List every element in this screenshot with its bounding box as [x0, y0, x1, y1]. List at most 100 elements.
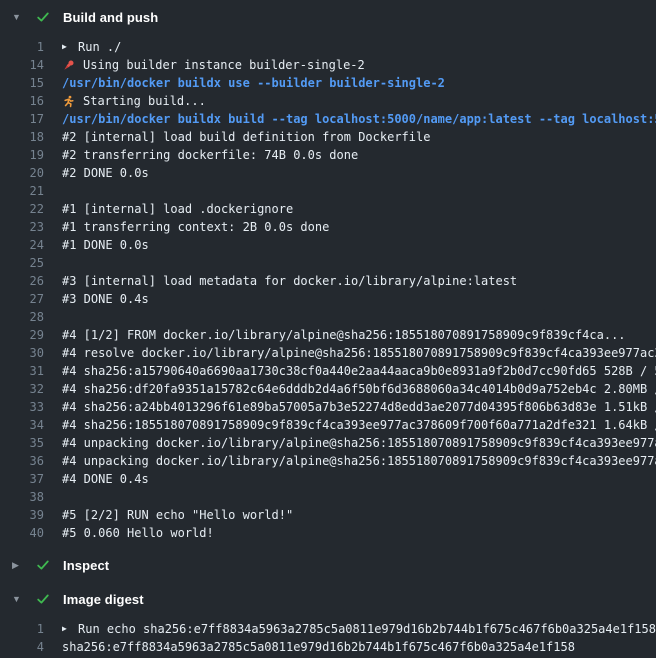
log-section: ▼Image digest 1 ▶ Run echo sha256:e7ff8834a… — [0, 582, 656, 658]
step-header[interactable]: ▶Inspect — [0, 548, 656, 582]
line-number[interactable]: 38 — [0, 488, 44, 506]
line-number[interactable]: 31 — [0, 362, 44, 380]
line-content: #4 resolve docker.io/library/alpine@sha2… — [62, 344, 656, 362]
step-header[interactable]: ▼ Build and push — [0, 0, 656, 34]
log-line: 17/usr/bin/docker buildx build --tag loc… — [0, 110, 656, 128]
line-text: #3 [internal] load metadata for docker.i… — [62, 272, 517, 290]
chevron-down-icon[interactable]: ▼ — [12, 589, 22, 609]
line-number[interactable]: 33 — [0, 398, 44, 416]
line-number[interactable]: 39 — [0, 506, 44, 524]
log-line: 4 sha256:e7ff8834a5963a2785c5a0811e979d16… — [0, 638, 656, 656]
step-title: Build and push — [63, 10, 158, 25]
line-number[interactable]: 21 — [0, 182, 44, 200]
line-text: #4 unpacking docker.io/library/alpine@sh… — [62, 434, 656, 452]
line-number[interactable]: 23 — [0, 218, 44, 236]
play-icon[interactable]: ▶ — [62, 38, 71, 56]
line-number[interactable]: 27 — [0, 290, 44, 308]
line-number[interactable]: 32 — [0, 380, 44, 398]
line-number[interactable]: 40 — [0, 524, 44, 542]
line-text: #4 unpacking docker.io/library/alpine@sh… — [62, 452, 656, 470]
success-check-icon — [35, 591, 51, 607]
line-number[interactable]: 18 — [0, 128, 44, 146]
line-content: #4 [1/2] FROM docker.io/library/alpine@s… — [62, 326, 626, 344]
line-content: /usr/bin/docker buildx build --tag local… — [62, 110, 656, 128]
line-text: #4 sha256:185518070891758909c9f839cf4ca3… — [62, 416, 656, 434]
log-lines-block: 1 ▶ Run echo sha256:e7ff8834a5963a2785c5a0… — [0, 616, 656, 658]
line-text: #4 DONE 0.4s — [62, 470, 149, 488]
log-line: 19 #2 transferring dockerfile: 74B 0.0s d… — [0, 146, 656, 164]
line-content: #5 [2/2] RUN echo "Hello world!" — [62, 506, 293, 524]
line-number[interactable]: 1 — [0, 38, 44, 56]
log-section: ▼ Build and push 1 ▶ Run ./ 14 Using builder i… — [0, 0, 656, 548]
line-text: Run ./ — [78, 38, 121, 56]
line-number[interactable]: 26 — [0, 272, 44, 290]
line-text: Run echo sha256:e7ff8834a5963a2785c5a081… — [78, 620, 656, 638]
line-text: #2 transferring dockerfile: 74B 0.0s don… — [62, 146, 358, 164]
log-line: 1 ▶ Run echo sha256:e7ff8834a5963a2785c5a0… — [0, 620, 656, 638]
line-number[interactable]: 36 — [0, 452, 44, 470]
line-content: #4 sha256:a24bb4013296f61e89ba57005a7b3e… — [62, 398, 656, 416]
log-lines-block: 1 ▶ Run ./ 14 Using builder instance builder… — [0, 34, 656, 548]
log-line: 29 #4 [1/2] FROM docker.io/library/alpine… — [0, 326, 656, 344]
log-line: 31 #4 sha256:a15790640a6690aa1730c38cf0a4… — [0, 362, 656, 380]
line-number[interactable]: 24 — [0, 236, 44, 254]
line-number[interactable]: 22 — [0, 200, 44, 218]
log-line: 38 — [0, 488, 656, 506]
line-content: sha256:e7ff8834a5963a2785c5a0811e979d16b… — [62, 638, 575, 656]
line-text: Using builder instance builder-single-2 — [83, 56, 365, 74]
line-text: #4 sha256:a15790640a6690aa1730c38cf0a440… — [62, 362, 656, 380]
chevron-down-icon[interactable]: ▼ — [12, 7, 22, 27]
line-text: #1 [internal] load .dockerignore — [62, 200, 293, 218]
log-line: 30 #4 resolve docker.io/library/alpine@sh… — [0, 344, 656, 362]
line-number[interactable]: 20 — [0, 164, 44, 182]
log-line: 36 #4 unpacking docker.io/library/alpine@… — [0, 452, 656, 470]
log-line: 32 #4 sha256:df20fa9351a15782c64e6dddb2d4… — [0, 380, 656, 398]
line-text: /usr/bin/docker buildx build --tag local… — [62, 110, 656, 128]
line-content: #2 DONE 0.0s — [62, 164, 149, 182]
line-number[interactable]: 30 — [0, 344, 44, 362]
line-content: #1 DONE 0.0s — [62, 236, 149, 254]
line-content: ▶ Run echo sha256:e7ff8834a5963a2785c5a08… — [62, 620, 656, 638]
line-text: Starting build... — [83, 92, 206, 110]
line-number[interactable]: 1 — [0, 620, 44, 638]
line-content: Using builder instance builder-single-2 — [62, 56, 365, 74]
line-number[interactable]: 34 — [0, 416, 44, 434]
success-check-icon — [35, 9, 51, 25]
line-content: /usr/bin/docker buildx use --builder bui… — [62, 74, 445, 92]
log-line: 33 #4 sha256:a24bb4013296f61e89ba57005a7b… — [0, 398, 656, 416]
log-line: 26 #3 [internal] load metadata for docker… — [0, 272, 656, 290]
line-text: #5 0.060 Hello world! — [62, 524, 214, 542]
line-content: #2 transferring dockerfile: 74B 0.0s don… — [62, 146, 358, 164]
line-number[interactable]: 25 — [0, 254, 44, 272]
line-number[interactable]: 17 — [0, 110, 44, 128]
line-number[interactable]: 35 — [0, 434, 44, 452]
step-header[interactable]: ▼Image digest — [0, 582, 656, 616]
play-icon[interactable]: ▶ — [62, 620, 71, 638]
workflow-log-panel: ▼Build and push1▶Run ./14Using builder i… — [0, 0, 656, 658]
log-line: 28 — [0, 308, 656, 326]
log-line: 1 ▶ Run ./ — [0, 38, 656, 56]
line-text: #3 DONE 0.4s — [62, 290, 149, 308]
line-number[interactable]: 19 — [0, 146, 44, 164]
line-text: #4 resolve docker.io/library/alpine@sha2… — [62, 344, 656, 362]
line-content: ▶ Run ./ — [62, 38, 121, 56]
line-text: #2 [internal] load build definition from… — [62, 128, 430, 146]
runner-icon — [62, 95, 75, 108]
chevron-right-icon[interactable]: ▶ — [12, 555, 22, 575]
log-line: 40 #5 0.060 Hello world! — [0, 524, 656, 542]
line-number[interactable]: 37 — [0, 470, 44, 488]
log-line: 15/usr/bin/docker buildx use --builder b… — [0, 74, 656, 92]
line-number[interactable]: 28 — [0, 308, 44, 326]
line-content: #3 [internal] load metadata for docker.i… — [62, 272, 517, 290]
line-number[interactable]: 15 — [0, 74, 44, 92]
line-number[interactable]: 4 — [0, 638, 44, 656]
line-number[interactable]: 16 — [0, 92, 44, 110]
line-number[interactable]: 14 — [0, 56, 44, 74]
log-line: 25 — [0, 254, 656, 272]
pushpin-icon — [62, 59, 75, 72]
line-content: #4 sha256:df20fa9351a15782c64e6dddb2d4a6… — [62, 380, 656, 398]
line-content: #4 unpacking docker.io/library/alpine@sh… — [62, 452, 656, 470]
line-content: #4 sha256:a15790640a6690aa1730c38cf0a440… — [62, 362, 656, 380]
log-line: 16 Starting build... — [0, 92, 656, 110]
line-number[interactable]: 29 — [0, 326, 44, 344]
